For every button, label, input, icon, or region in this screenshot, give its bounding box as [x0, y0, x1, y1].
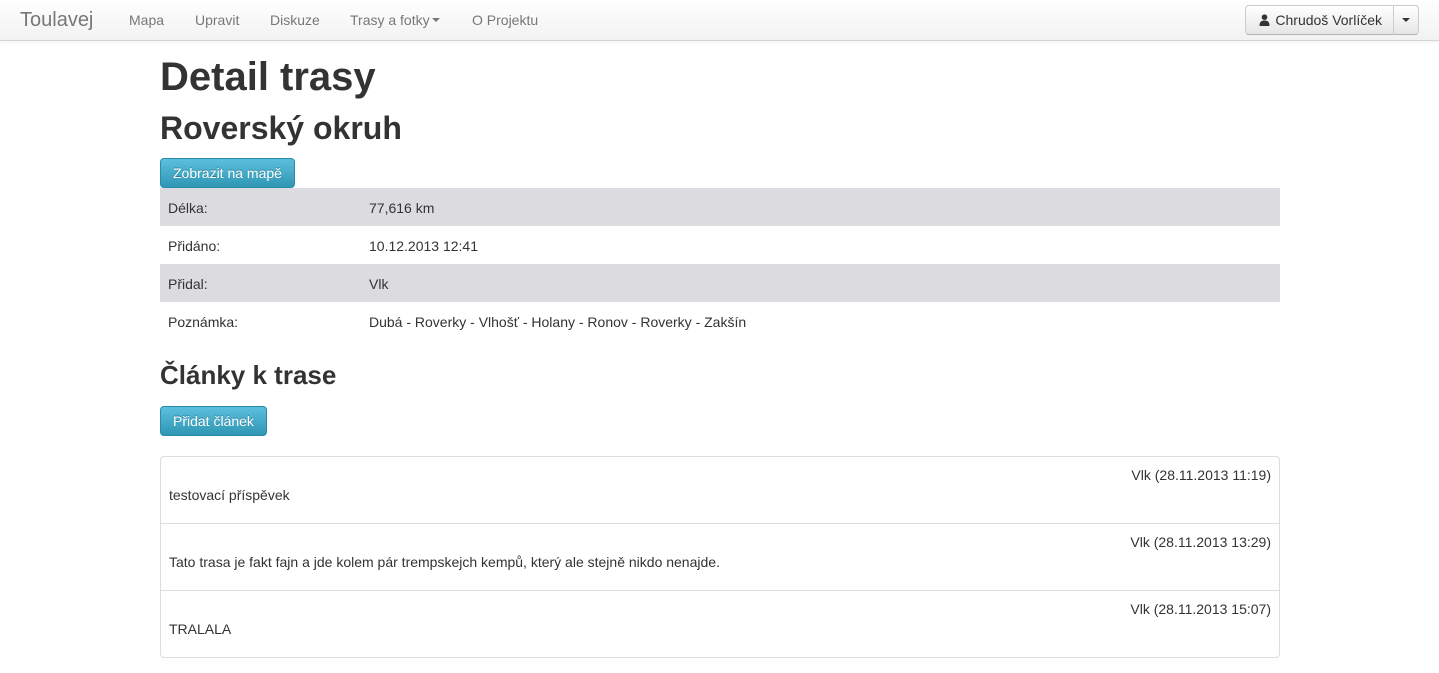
- detail-row-author: Přidal: Vlk: [160, 264, 1280, 302]
- detail-row-note: Poznámka: Dubá - Roverky - Vlhošť - Hola…: [160, 302, 1280, 340]
- chevron-down-icon: [1402, 18, 1410, 22]
- list-item: Vlk (28.11.2013 13:29) Tato trasa je fak…: [161, 523, 1279, 590]
- detail-label: Přidal:: [168, 275, 208, 292]
- route-name: Roverský okruh: [160, 110, 402, 146]
- nav-item-trasy-a-fotky-label: Trasy a fotky: [350, 12, 430, 28]
- article-meta: Vlk (28.11.2013 15:07): [1130, 601, 1271, 617]
- chevron-down-icon: [431, 18, 440, 23]
- add-article-button[interactable]: Přidat článek: [160, 406, 267, 436]
- page-title: Detail trasy: [160, 55, 376, 99]
- article-meta: Vlk (28.11.2013 11:19): [1131, 467, 1271, 483]
- articles-list: Vlk (28.11.2013 11:19) testovací příspěv…: [160, 456, 1280, 658]
- article-meta: Vlk (28.11.2013 13:29): [1130, 534, 1271, 550]
- user-name: Chrudoš Vorlíček: [1275, 12, 1382, 28]
- article-text: TRALALA: [169, 621, 232, 637]
- detail-row-added: Přidáno: 10.12.2013 12:41: [160, 226, 1280, 264]
- user-dropdown-toggle[interactable]: [1394, 5, 1419, 35]
- detail-value: Vlk: [369, 275, 389, 292]
- user-menu: Chrudoš Vorlíček: [1245, 5, 1419, 35]
- detail-value: Dubá - Roverky - Vlhošť - Holany - Ronov…: [369, 313, 747, 330]
- list-item: Vlk (28.11.2013 15:07) TRALALA: [161, 590, 1279, 657]
- navbar: Toulavej Mapa Upravit Diskuze Trasy a fo…: [0, 0, 1439, 41]
- detail-value: 77,616 km: [369, 199, 435, 216]
- detail-value: 10.12.2013 12:41: [369, 237, 478, 254]
- nav-item-mapa[interactable]: Mapa: [129, 11, 164, 29]
- nav-item-upravit[interactable]: Upravit: [195, 11, 239, 29]
- show-on-map-button[interactable]: Zobrazit na mapě: [160, 158, 295, 188]
- detail-label: Poznámka:: [168, 313, 239, 330]
- detail-label: Délka:: [168, 199, 208, 216]
- brand-link[interactable]: Toulavej: [20, 8, 93, 32]
- user-button[interactable]: Chrudoš Vorlíček: [1245, 5, 1394, 35]
- list-item: Vlk (28.11.2013 11:19) testovací příspěv…: [161, 457, 1279, 523]
- article-text: testovací příspěvek: [169, 487, 290, 503]
- nav-item-diskuze[interactable]: Diskuze: [270, 11, 320, 29]
- article-text: Tato trasa je fakt fajn a jde kolem pár …: [169, 554, 720, 570]
- detail-row-length: Délka: 77,616 km: [160, 188, 1280, 226]
- nav-item-trasy-a-fotky[interactable]: Trasy a fotky: [350, 11, 440, 29]
- route-details-table: Délka: 77,616 km Přidáno: 10.12.2013 12:…: [160, 188, 1280, 340]
- user-icon: [1259, 14, 1270, 26]
- nav-item-o-projektu[interactable]: O Projektu: [472, 11, 538, 29]
- articles-heading: Články k trase: [160, 360, 337, 390]
- detail-label: Přidáno:: [168, 237, 221, 254]
